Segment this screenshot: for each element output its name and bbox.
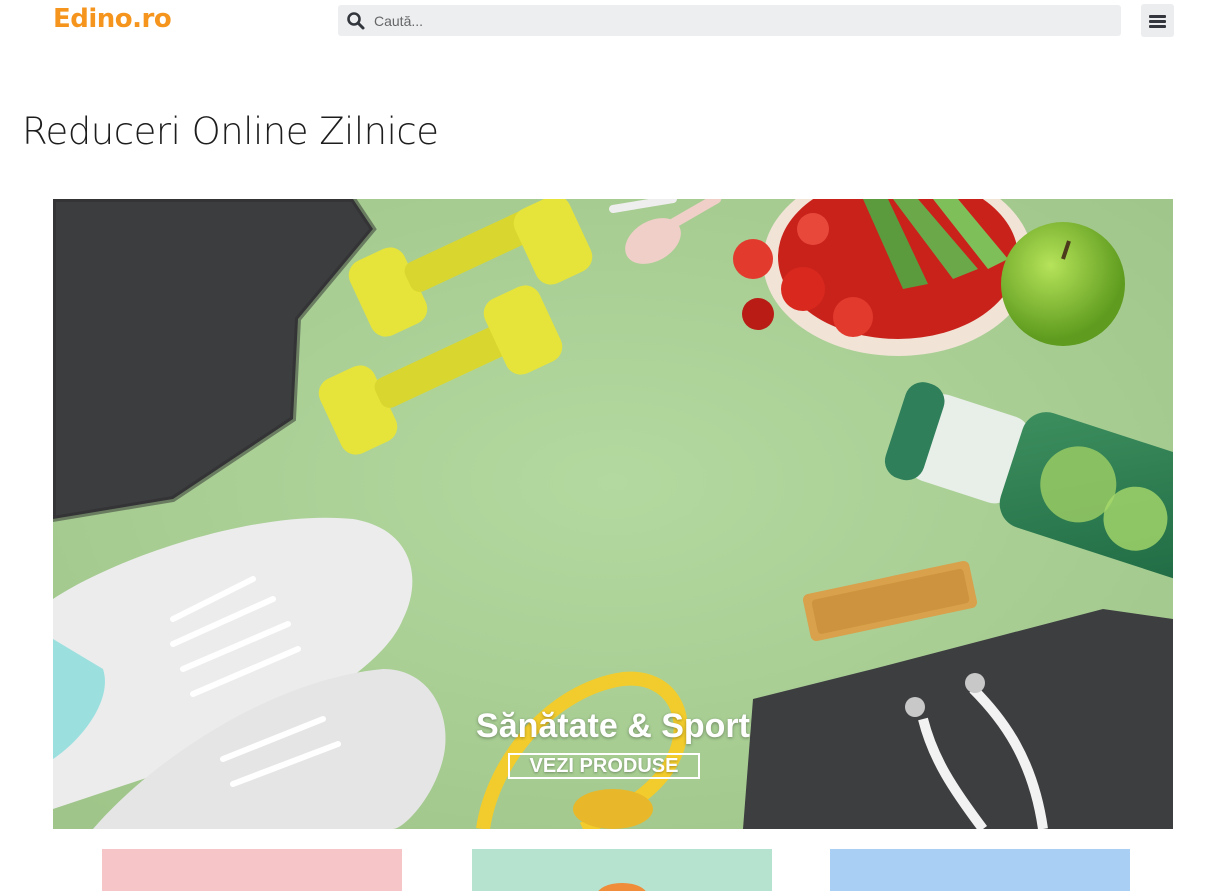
page-title: Reduceri Online Zilnice <box>22 110 439 153</box>
category-image <box>598 883 646 891</box>
hero-banner[interactable]: Sănătate & Sport VEZI PRODUSE <box>53 199 1173 829</box>
search-bar[interactable] <box>338 5 1121 36</box>
category-card[interactable] <box>102 849 402 891</box>
search-input[interactable] <box>374 5 1114 36</box>
view-products-button[interactable]: VEZI PRODUSE <box>508 753 700 779</box>
site-header: Edino.ro <box>0 0 1225 44</box>
search-icon[interactable] <box>346 11 366 31</box>
site-logo[interactable]: Edino.ro <box>53 4 172 34</box>
hero-title: Sănătate & Sport <box>476 707 750 745</box>
menu-toggle-button[interactable] <box>1141 4 1174 37</box>
category-card[interactable] <box>830 849 1130 891</box>
category-card[interactable] <box>472 849 772 891</box>
